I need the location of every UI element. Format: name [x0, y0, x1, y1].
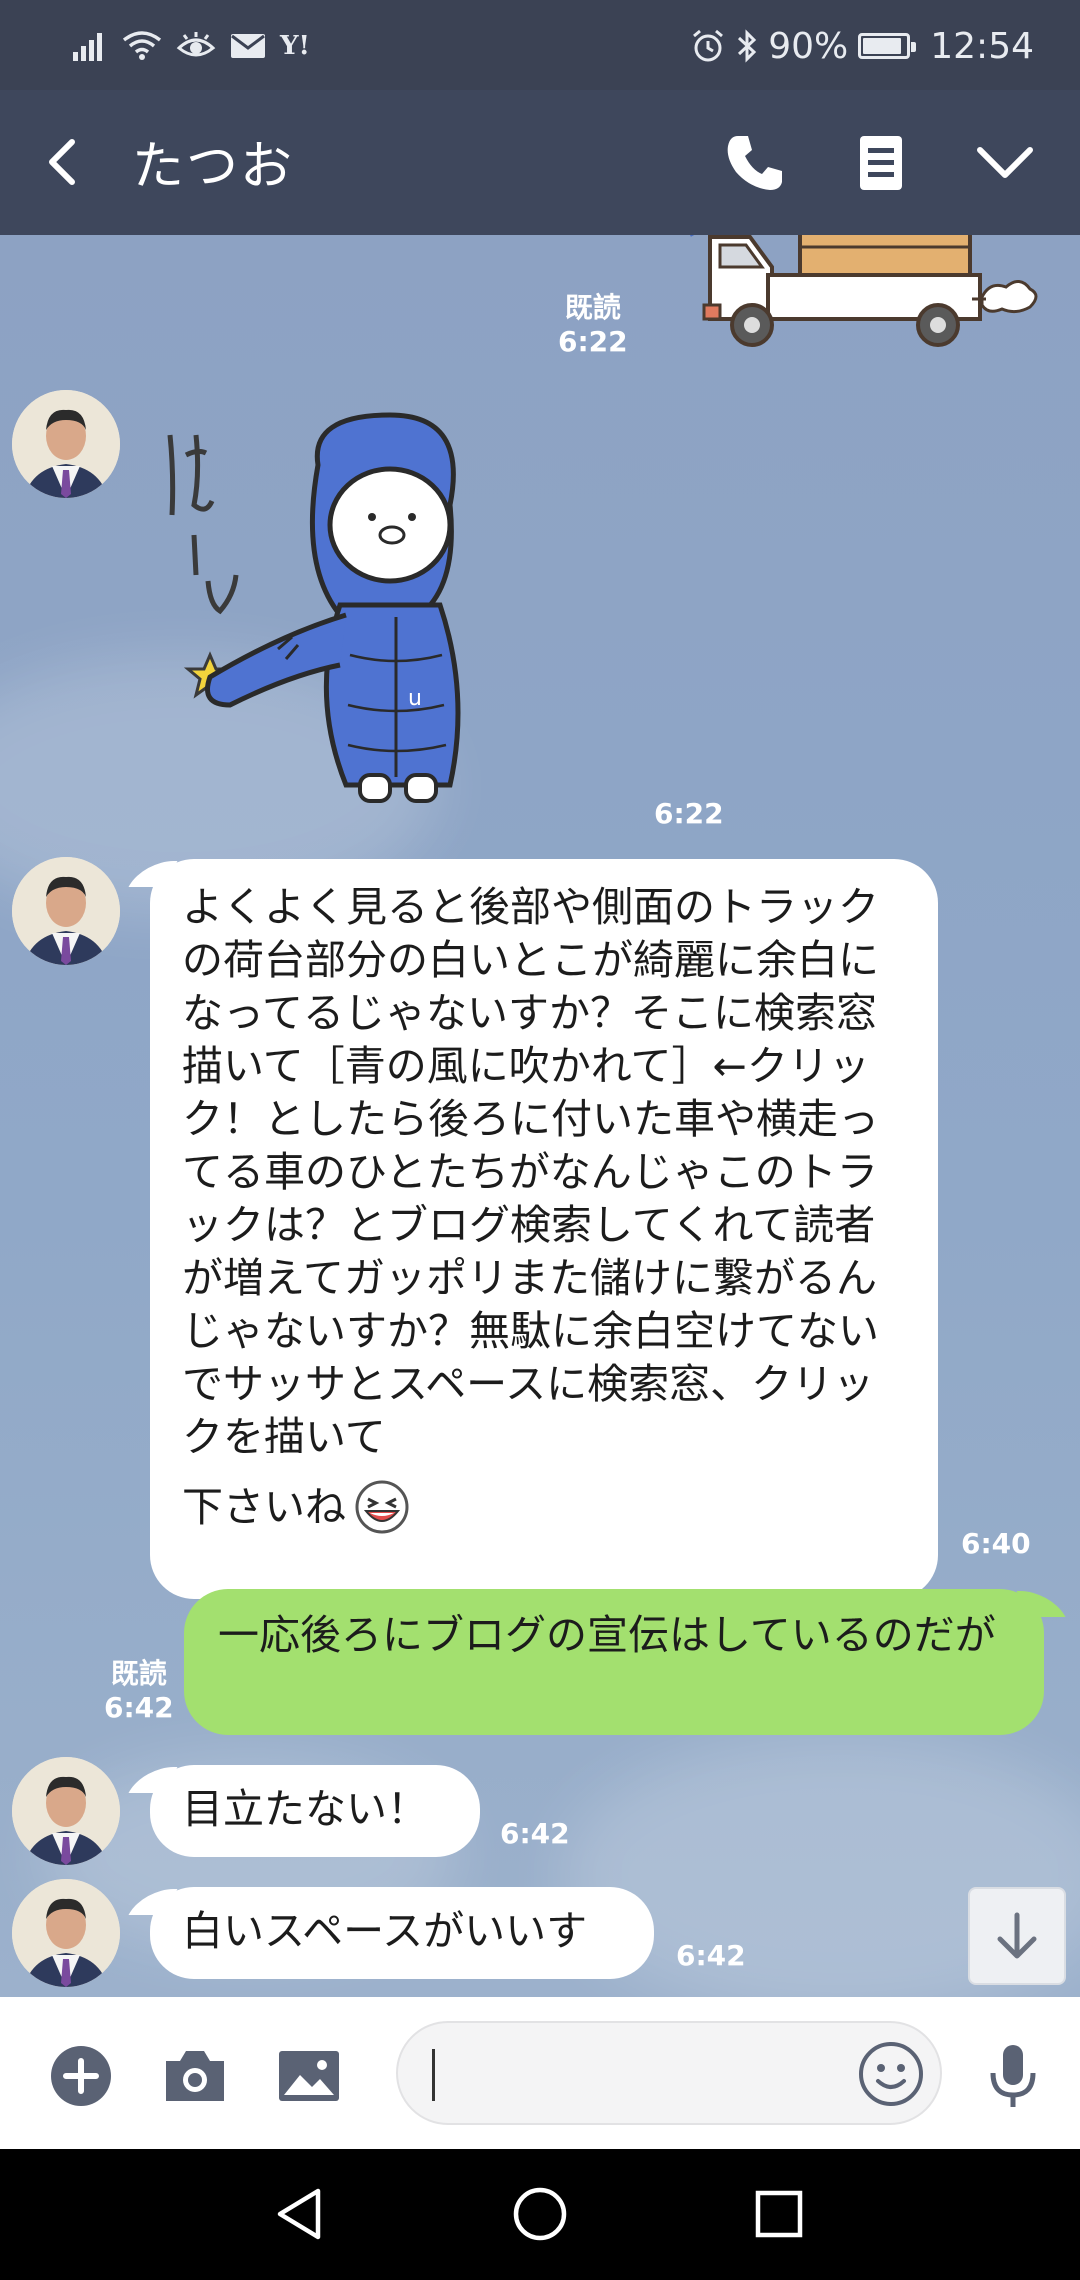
bluetooth-icon: [738, 29, 757, 63]
message-time: 6:42: [104, 1691, 174, 1724]
truck-sticker[interactable]: [690, 235, 1050, 355]
nav-home-icon[interactable]: [505, 2179, 575, 2249]
message-bubble-sent[interactable]: 一応後ろにブログの宣伝はしているのだが: [184, 1589, 1044, 1735]
message-bubble[interactable]: 白いスペースがいいす: [150, 1887, 654, 1979]
nav-recents-icon[interactable]: [744, 2179, 814, 2249]
message-text: 一応後ろにブログの宣伝はしているのだが: [218, 1611, 996, 1659]
battery-icon: [858, 33, 917, 59]
clock: 12:54: [930, 25, 1034, 67]
laughing-emoji-icon: [355, 1480, 409, 1534]
message-text: 目立たない！: [182, 1785, 428, 1833]
plus-icon[interactable]: [48, 2043, 114, 2109]
chat-title: たつお: [132, 137, 295, 197]
message-bubble[interactable]: 目立たない！: [150, 1765, 480, 1857]
avatar[interactable]: [12, 857, 120, 965]
read-label: 既読: [110, 1657, 167, 1690]
avatar-photo: [12, 1757, 120, 1865]
status-bar: Y! 90% 12:54: [0, 0, 1080, 90]
message-time: 6:42: [500, 1817, 570, 1850]
alarm-icon: [693, 29, 724, 62]
scroll-to-bottom-button[interactable]: [968, 1887, 1066, 1985]
status-icons-left: Y!: [72, 24, 310, 68]
message-time: 6:22: [558, 325, 628, 358]
read-receipt: 既読 6:42: [104, 1657, 174, 1725]
arrow-down-icon: [997, 1912, 1037, 1959]
camera-icon[interactable]: [162, 2043, 228, 2109]
nav-back-icon[interactable]: [266, 2179, 336, 2249]
eye-comfort-icon: [176, 32, 216, 57]
message-text: よくよく見ると後部や側面のトラックの荷台部分の白いとこが綺麗に余白になってるじゃ…: [182, 883, 879, 1453]
image-icon[interactable]: [276, 2043, 342, 2109]
avatar[interactable]: [12, 1879, 120, 1987]
avatar-photo: [12, 390, 120, 498]
message-input[interactable]: [396, 2021, 942, 2125]
microphone-icon[interactable]: [980, 2043, 1046, 2109]
input-bar: [0, 1997, 1080, 2149]
chat-area[interactable]: 既読 6:22 u 6:22 よくよく見ると後部や側面のトラックの荷台部分の白い…: [0, 235, 1080, 1997]
read-receipt: 既読 6:22: [558, 291, 628, 359]
message-text-end-row: 下さいね: [182, 1479, 906, 1535]
hooded-character-sticker[interactable]: u: [150, 405, 610, 835]
message-text: 下さいね: [182, 1482, 346, 1531]
battery-level: [863, 38, 901, 54]
svg-text:u: u: [408, 686, 422, 711]
phone-icon[interactable]: [722, 130, 788, 196]
read-label: 既読: [564, 291, 621, 324]
notes-icon[interactable]: [848, 130, 914, 196]
chevron-down-icon[interactable]: [972, 130, 1038, 196]
status-icons-right: 90% 12:54: [690, 18, 1034, 74]
message-time: 6:22: [654, 797, 724, 830]
message-time: 6:40: [961, 1527, 1031, 1560]
avatar-photo: [12, 857, 120, 965]
wifi-icon: [122, 31, 162, 60]
emoji-icon[interactable]: [856, 2039, 926, 2109]
avatar[interactable]: [12, 390, 120, 498]
battery-percent: 90%: [768, 25, 849, 67]
signal-icon: [73, 33, 102, 61]
chat-header: たつお: [0, 90, 1080, 235]
yahoo-icon: Y!: [280, 31, 310, 61]
text-caret: [432, 2049, 435, 2101]
avatar-photo: [12, 1879, 120, 1987]
message-time: 6:42: [676, 1939, 746, 1972]
message-bubble[interactable]: よくよく見ると後部や側面のトラックの荷台部分の白いとこが綺麗に余白になってるじゃ…: [150, 859, 938, 1599]
message-text: 白いスペースがいいす: [182, 1907, 588, 1955]
back-arrow-icon[interactable]: [34, 132, 94, 192]
navigation-bar: [0, 2149, 1080, 2280]
mail-icon: [231, 34, 265, 58]
avatar[interactable]: [12, 1757, 120, 1865]
